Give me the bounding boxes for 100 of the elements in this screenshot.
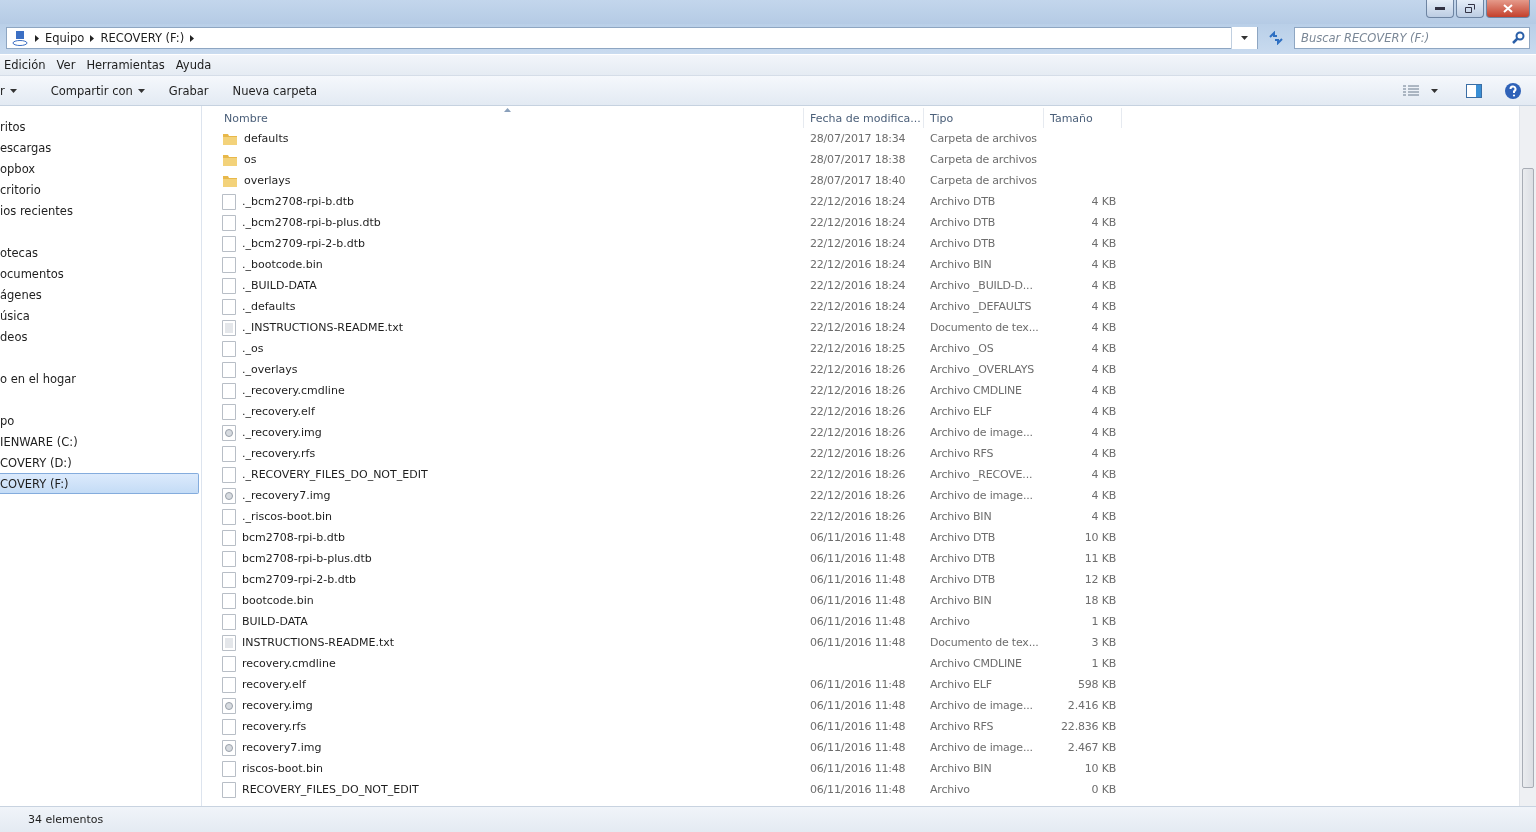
date-cell-text: 06/11/2016 11:48 [809, 678, 907, 691]
type-cell-text: Archivo DTB [929, 195, 997, 208]
sidebar-item[interactable]: ágenes [0, 284, 199, 305]
preview-pane-button[interactable] [1464, 81, 1484, 100]
file-name[interactable]: ._recovery.cmdline [242, 384, 345, 397]
sidebar-item[interactable]: o en el hogar [0, 368, 199, 389]
restore-button[interactable] [1456, 0, 1484, 18]
sidebar-item[interactable]: úsica [0, 305, 199, 326]
file-icon [222, 571, 236, 588]
menu-item[interactable]: Ver [52, 58, 83, 72]
file-name[interactable]: ._bcm2708-rpi-b.dtb [242, 195, 354, 208]
toolbar-button[interactable]: r [0, 83, 29, 98]
breadcrumb-arrow-icon[interactable] [190, 34, 195, 42]
size-cell-text: 10 KB [1083, 762, 1117, 775]
sidebar-item[interactable]: escargas [0, 137, 199, 158]
file-name[interactable]: recovery.img [242, 699, 313, 712]
sidebar-item[interactable]: ritos [0, 116, 199, 137]
folder-icon [222, 152, 238, 167]
file-name[interactable]: bcm2708-rpi-b.dtb [242, 531, 345, 544]
toolbar-button[interactable]: Nueva carpeta [220, 83, 330, 98]
size-cell-text: 1 KB [1090, 657, 1117, 670]
file-name[interactable]: ._bootcode.bin [242, 258, 323, 271]
file-icon [222, 193, 236, 210]
size-cell-text: 4 KB [1090, 363, 1117, 376]
sidebar-item[interactable]: IENWARE (C:) [0, 431, 199, 452]
date-cell-text: 28/07/2017 18:34 [809, 132, 907, 145]
sidebar-item[interactable]: COVERY (D:) [0, 452, 199, 473]
date-cell-text: 22/12/2016 18:24 [809, 195, 907, 208]
file-name[interactable]: recovery7.img [242, 741, 322, 754]
type-cell-text: Documento de tex... [929, 321, 1040, 334]
file-icon [222, 214, 236, 231]
file-name[interactable]: RECOVERY_FILES_DO_NOT_EDIT [242, 783, 419, 796]
file-name[interactable]: os [244, 153, 257, 166]
sidebar-item[interactable]: opbox [0, 158, 199, 179]
sidebar-item[interactable]: COVERY (F:) [0, 473, 199, 494]
breadcrumb[interactable]: Equipo [45, 31, 85, 45]
type-cell-text: Archivo BIN [929, 594, 993, 607]
history-dropdown-button[interactable] [1231, 27, 1257, 49]
scrollbar-thumb[interactable] [1522, 168, 1534, 788]
sidebar-item[interactable]: otecas [0, 242, 199, 263]
file-name[interactable]: ._overlays [242, 363, 298, 376]
column-header[interactable]: Tipo [924, 108, 1044, 128]
file-name[interactable]: ._defaults [242, 300, 296, 313]
file-name[interactable]: ._INSTRUCTIONS-README.txt [242, 321, 403, 334]
search-field[interactable]: Buscar RECOVERY (F:) [1294, 27, 1530, 49]
date-cell-text: 06/11/2016 11:48 [809, 552, 907, 565]
file-name[interactable]: recovery.cmdline [242, 657, 336, 670]
caret-icon [1431, 88, 1438, 93]
file-name[interactable]: overlays [244, 174, 291, 187]
file-name[interactable]: ._recovery7.img [242, 489, 331, 502]
file-name[interactable]: ._recovery.rfs [242, 447, 316, 460]
minimize-button[interactable] [1426, 0, 1454, 18]
toolbar-button[interactable]: Compartir con [38, 83, 157, 98]
file-name[interactable]: ._BUILD-DATA [242, 279, 317, 292]
file-name[interactable]: BUILD-DATA [242, 615, 308, 628]
file-icon [222, 760, 236, 777]
file-icon [222, 382, 236, 399]
file-name[interactable]: defaults [244, 132, 289, 145]
size-cell-text: 0 KB [1090, 783, 1117, 796]
toolbar-button[interactable]: Grabar [156, 83, 221, 98]
scrollbar[interactable] [1519, 106, 1536, 806]
file-name[interactable]: ._RECOVERY_FILES_DO_NOT_EDIT [242, 468, 428, 481]
file-name[interactable]: ._riscos-boot.bin [242, 510, 333, 523]
type-cell-text: Archivo DTB [929, 531, 997, 544]
image-file-icon [222, 739, 236, 756]
file-name[interactable]: recovery.rfs [242, 720, 307, 733]
file-name[interactable]: bootcode.bin [242, 594, 314, 607]
file-name[interactable]: recovery.elf [242, 678, 306, 691]
sidebar-item[interactable]: po [0, 410, 199, 431]
menu-item[interactable]: Edición [0, 58, 53, 72]
menu-item[interactable]: Herramientas [82, 58, 172, 72]
column-header[interactable]: Tamaño [1044, 108, 1122, 128]
file-name[interactable]: ._os [242, 342, 264, 355]
file-name[interactable]: bcm2708-rpi-b-plus.dtb [242, 552, 372, 565]
column-header[interactable]: Nombre [218, 108, 804, 128]
file-name[interactable]: bcm2709-rpi-2-b.dtb [242, 573, 356, 586]
size-cell-text: 4 KB [1090, 468, 1117, 481]
file-name[interactable]: ._bcm2709-rpi-2-b.dtb [242, 237, 365, 250]
type-cell-text: Archivo BIN [929, 510, 993, 523]
close-button[interactable] [1486, 0, 1530, 18]
sidebar-item[interactable]: ocumentos [0, 263, 199, 284]
breadcrumb-arrow-icon[interactable] [90, 34, 95, 42]
sidebar-item[interactable]: critorio [0, 179, 199, 200]
size-cell-text: 18 KB [1083, 594, 1117, 607]
file-icon [222, 340, 236, 357]
column-header[interactable]: Fecha de modifica... [804, 108, 924, 128]
size-cell-text: 4 KB [1090, 510, 1117, 523]
file-name[interactable]: ._recovery.elf [242, 405, 315, 418]
address-bar[interactable]: Equipo RECOVERY (F:) [6, 27, 1258, 49]
sidebar-item[interactable]: ios recientes [0, 200, 199, 221]
breadcrumb[interactable]: RECOVERY (F:) [100, 31, 185, 45]
breadcrumb-arrow-icon[interactable] [35, 34, 39, 42]
sidebar-item[interactable]: deos [0, 326, 199, 347]
date-cell-text: 22/12/2016 18:24 [809, 321, 907, 334]
file-name[interactable]: INSTRUCTIONS-README.txt [242, 636, 394, 649]
file-name[interactable]: riscos-boot.bin [242, 762, 324, 775]
file-name[interactable]: ._bcm2708-rpi-b-plus.dtb [242, 216, 381, 229]
menu-item[interactable]: Ayuda [171, 58, 219, 72]
file-name[interactable]: ._recovery.img [242, 426, 322, 439]
size-cell-text: 4 KB [1090, 195, 1117, 208]
